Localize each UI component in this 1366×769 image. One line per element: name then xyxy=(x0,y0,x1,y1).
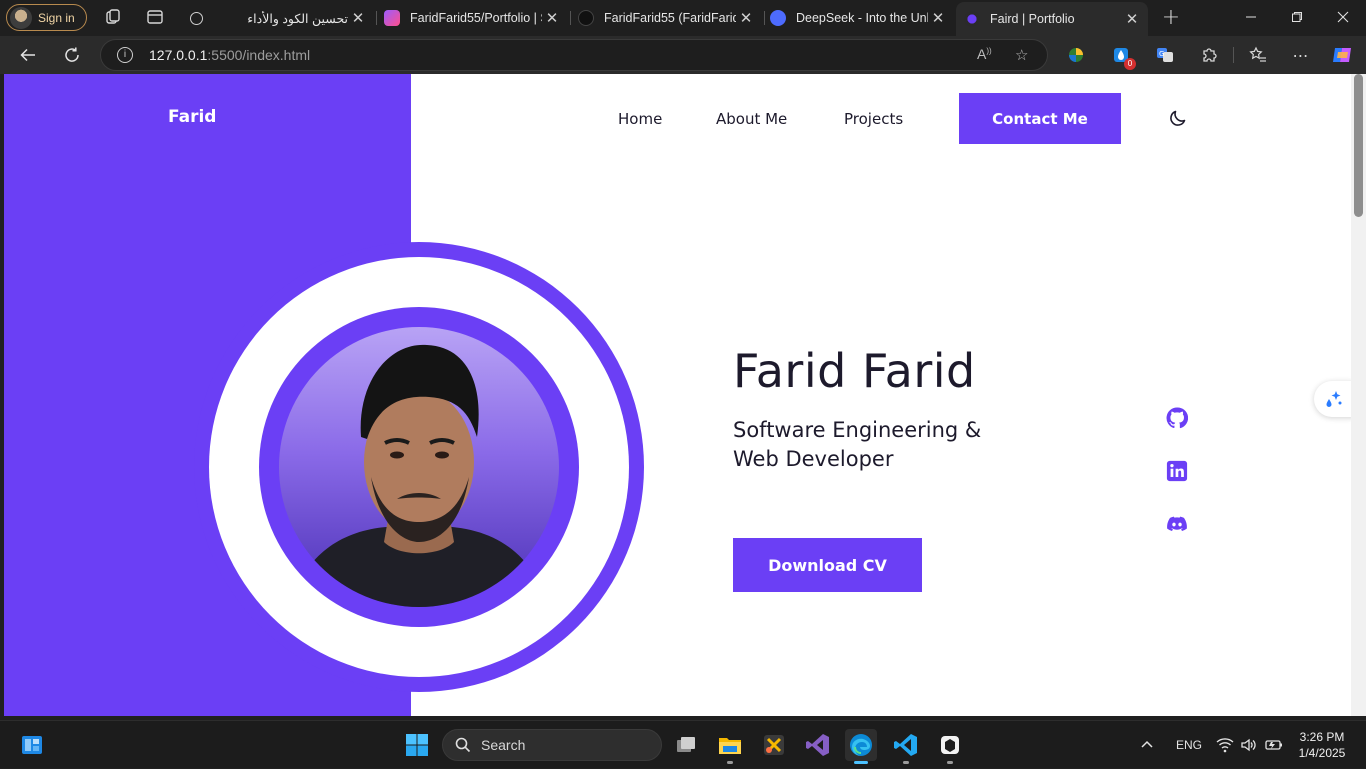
nav-about-link[interactable]: About Me xyxy=(716,110,787,128)
extension-color-icon[interactable] xyxy=(1065,44,1087,66)
close-tab-icon[interactable]: ✕ xyxy=(542,9,562,27)
chatgpt-icon xyxy=(190,11,203,25)
linkedin-icon[interactable] xyxy=(1166,460,1188,482)
hero-role: Software Engineering & Web Developer xyxy=(733,416,1053,474)
more-options-icon[interactable]: ⋯ xyxy=(1290,44,1312,66)
edge-browser-icon[interactable] xyxy=(845,729,877,764)
copilot-icon[interactable] xyxy=(1331,44,1353,66)
discord-icon[interactable] xyxy=(1166,513,1188,535)
site-info-icon[interactable]: i xyxy=(117,47,133,63)
site-favicon-icon xyxy=(384,10,400,26)
close-tab-icon[interactable]: ✕ xyxy=(1122,10,1142,28)
nav-projects-link[interactable]: Projects xyxy=(844,110,903,128)
toolbar-separator xyxy=(1233,47,1234,63)
vscode-icon[interactable] xyxy=(890,729,922,764)
close-window-icon[interactable] xyxy=(1320,0,1366,34)
sign-in-label: Sign in xyxy=(38,10,75,25)
site-logo[interactable]: Farid xyxy=(168,107,216,127)
tab-5-active[interactable]: Faird | Portfolio ✕ xyxy=(956,2,1148,36)
close-tab-icon[interactable]: ✕ xyxy=(348,9,368,27)
url-text[interactable]: 127.0.0.1:5500/index.html xyxy=(149,47,310,63)
widgets-icon[interactable] xyxy=(16,729,48,761)
deepseek-favicon-icon xyxy=(770,10,786,26)
url-host: 127.0.0.1 xyxy=(149,47,208,63)
favorites-icon[interactable] xyxy=(1247,44,1269,66)
github-icon[interactable] xyxy=(1166,407,1189,429)
tab-title: FaridFarid55/Portfolio | Si xyxy=(410,11,542,25)
github-desktop-icon[interactable] xyxy=(934,729,966,764)
scrollbar-thumb[interactable] xyxy=(1354,74,1363,217)
page-viewport: Farid Home About Me Projects Contact Me xyxy=(4,74,1351,716)
extensions-puzzle-icon[interactable] xyxy=(1198,44,1220,66)
contact-me-button[interactable]: Contact Me xyxy=(959,93,1121,144)
address-bar[interactable]: i 127.0.0.1:5500/index.html A)) ☆ xyxy=(100,39,1048,71)
hero-role-line-2: Web Developer xyxy=(733,447,894,471)
start-windows-icon[interactable] xyxy=(401,729,433,761)
search-icon xyxy=(455,737,471,753)
tab-3[interactable]: FaridFarid55 (FaridFarid) ✕ xyxy=(570,4,762,32)
tab-4[interactable]: DeepSeek - Into the Unkn ✕ xyxy=(762,4,954,32)
visual-studio-icon[interactable] xyxy=(802,729,834,761)
clock-date: 1/4/2025 xyxy=(1298,746,1346,760)
browser-toolbar: i 127.0.0.1:5500/index.html A)) ☆ 0 G ⋯ xyxy=(0,36,1366,74)
volume-icon[interactable] xyxy=(1240,721,1258,769)
profile-avatar xyxy=(10,6,32,29)
input-language[interactable]: ENG xyxy=(1176,721,1202,769)
close-tab-icon[interactable]: ✕ xyxy=(736,9,756,27)
extension-badge: 0 xyxy=(1124,58,1136,70)
windows-taskbar: Search ENG 3:26 PM 1/4/2025 xyxy=(0,720,1366,768)
extension-blocker-icon[interactable]: 0 xyxy=(1110,44,1136,70)
svg-text:G: G xyxy=(1159,50,1164,58)
read-aloud-icon[interactable]: A)) xyxy=(977,46,992,62)
translate-icon[interactable]: G xyxy=(1154,44,1176,66)
nav-home-link[interactable]: Home xyxy=(618,110,662,128)
show-hidden-icons-chevron-icon[interactable] xyxy=(1140,721,1154,769)
refresh-icon[interactable] xyxy=(59,43,85,67)
dark-mode-moon-icon[interactable] xyxy=(1168,108,1188,128)
wifi-icon[interactable] xyxy=(1216,721,1234,769)
tab-title: DeepSeek - Into the Unkn xyxy=(796,11,928,25)
tab-1[interactable]: تحسين الكود والأداء ✕ xyxy=(182,4,374,32)
workspaces-icon[interactable] xyxy=(104,8,122,26)
system-clock[interactable]: 3:26 PM 1/4/2025 xyxy=(1292,729,1352,761)
close-tab-icon[interactable]: ✕ xyxy=(928,9,948,27)
hero-name: Farid Farid xyxy=(733,344,976,398)
download-cv-button[interactable]: Download CV xyxy=(733,538,922,592)
search-placeholder: Search xyxy=(481,737,526,753)
page-scrollbar[interactable] xyxy=(1351,74,1366,716)
battery-icon[interactable] xyxy=(1265,721,1283,769)
assistant-sparkle-button[interactable] xyxy=(1314,381,1351,417)
profile-sign-in-button[interactable]: Sign in xyxy=(6,4,87,31)
task-view-icon[interactable] xyxy=(670,729,702,761)
github-favicon-icon xyxy=(578,10,594,26)
file-explorer-icon[interactable] xyxy=(714,729,746,764)
tab-actions-icon[interactable] xyxy=(146,8,164,26)
portfolio-favicon-icon xyxy=(964,11,980,27)
tab-title: Faird | Portfolio xyxy=(990,12,1075,26)
hero-role-line-1: Software Engineering & xyxy=(733,418,982,442)
favorite-star-icon[interactable]: ☆ xyxy=(1015,46,1028,64)
tab-title: FaridFarid55 (FaridFarid) xyxy=(604,11,736,25)
taskbar-search-box[interactable]: Search xyxy=(442,729,662,761)
new-tab-icon[interactable]: + xyxy=(1162,5,1180,30)
clock-time: 3:26 PM xyxy=(1299,730,1345,744)
tab-2[interactable]: FaridFarid55/Portfolio | Si ✕ xyxy=(376,4,568,32)
back-icon[interactable] xyxy=(15,43,41,67)
minimize-icon[interactable] xyxy=(1228,0,1274,34)
tab-strip: Sign in تحسين الكود والأداء ✕ FaridFarid… xyxy=(0,0,1366,36)
url-path: :5500/index.html xyxy=(207,47,311,63)
tab-title: تحسين الكود والأداء xyxy=(247,11,348,26)
profile-photo xyxy=(279,327,559,607)
restore-icon[interactable] xyxy=(1274,0,1320,34)
snipping-tool-icon[interactable] xyxy=(758,729,790,761)
